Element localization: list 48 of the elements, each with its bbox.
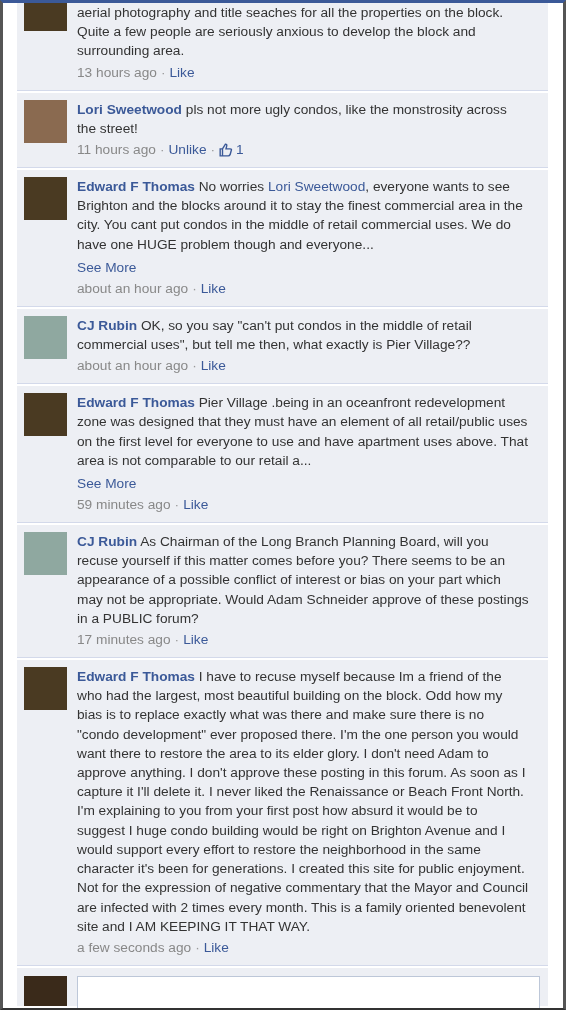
comment-text: Edward F Thomas No worries Lori Sweetwood, everyone wants to see Brighton and the blocks around it to stay the finest commercial area in the city. You cant put condos in the middle of retail commercial uses. We do have one HUGE problem though and everyone... xyxy=(77,178,524,254)
comment-text: CJ Rubin As Chairman of the Long Branch Planning Board, will you recuse yourself if this matter comes before you? There seems to be an appearance of a possible conflict of interest or bias on your part which may not be appropriate. Would Adam Schneider approve of these postings in a PUBLIC forum? xyxy=(77,533,529,628)
avatar-photo xyxy=(24,532,67,576)
separator-dot: · xyxy=(174,496,180,515)
author-link[interactable]: CJ Rubin xyxy=(77,317,138,333)
like-link[interactable]: Like xyxy=(183,630,209,650)
avatar-photo xyxy=(24,393,67,437)
timestamp: 11 hours ago xyxy=(77,141,156,159)
like-count[interactable]: 1 xyxy=(219,140,244,159)
avatar-photo xyxy=(24,667,67,711)
comment-text: Lori Sweetwood pls not more ugly condos, like the monstrosity across the street! xyxy=(77,100,508,138)
author-link[interactable]: Edward F Thomas xyxy=(77,179,195,194)
timestamp: 59 minutes ago xyxy=(77,496,171,515)
like-link[interactable]: Like xyxy=(200,278,226,298)
separator-dot: · xyxy=(159,141,165,159)
comment-input[interactable] xyxy=(77,975,540,1008)
like-link[interactable]: Like xyxy=(200,356,226,376)
author-link[interactable]: CJ Rubin xyxy=(77,534,138,550)
author-link[interactable]: Edward F Thomas xyxy=(77,395,195,411)
like-link[interactable]: Unlike xyxy=(168,140,207,159)
separator-dot: · xyxy=(192,279,197,298)
like-link[interactable]: Like xyxy=(183,495,209,515)
avatar-photo xyxy=(24,975,67,1006)
timestamp: a few seconds ago xyxy=(77,938,192,957)
avatar-photo xyxy=(24,3,67,31)
avatar-photo xyxy=(24,315,67,359)
timestamp: 17 minutes ago xyxy=(77,631,171,650)
thumbs-up-icon xyxy=(219,142,234,157)
see-more-link[interactable]: See More xyxy=(77,257,137,277)
separator-dot: · xyxy=(210,141,216,159)
author-link[interactable]: Edward F Thomas xyxy=(77,669,195,685)
comment-text: Edward F Thomas Pier Village .being in an oceanfront redevelopment zone was designed that they must have an element of all retail/public uses on the first level for everyone to use and have apartment uses above. That area is not comparable to our retail a... xyxy=(77,394,529,470)
comment-text: Edward F Thomas I have to recuse myself because Im a friend of the who had the largest, most beautiful building on the block. Odd how my bias is to replace exactly what was there and make sure there is no "condo development" ever proposed there. I'm the one person you would want there to restore the area to its elder glory. I don't need Adam to approve anything. I don't approve these posting in this forum. As soon as I capture it I'll delete it. I never liked the Renaissance or Beach Front North. I'm explaining to you from your first post how absurd it would be to suggest I huge condo building would be right on Brighton Avenue and I would support every effort to restore the neighborhood in the same character it's been for generations. I created this site for public enjoyment. Not for the expression of negative commentary that the Mayor and Council are infected with 2 times every month. This is a family oriented benevolent site and I AM KEEPING IT THAT WAY. xyxy=(77,668,529,936)
like-link[interactable]: Like xyxy=(203,937,229,957)
avatar-photo xyxy=(24,99,67,143)
separator-dot: · xyxy=(192,357,197,376)
separator-dot: · xyxy=(160,63,166,82)
timestamp: about an hour ago xyxy=(77,279,189,298)
like-link[interactable]: Like xyxy=(169,62,195,82)
avatar-photo xyxy=(24,177,67,220)
timestamp: about an hour ago xyxy=(77,357,189,376)
author-link[interactable]: Lori Sweetwood xyxy=(77,101,182,117)
comment-text: aerial photography and title seaches for all the properties on the block. Quite a few people are seriously anxious to develop the block and surrounding area. xyxy=(77,4,505,61)
see-more-link[interactable]: See More xyxy=(77,474,137,494)
comment-text: CJ Rubin OK, so you say "can't put condos in the middle of retail commercial uses", but tell me then, what exactly is Pier Village?? xyxy=(77,316,473,355)
separator-dot: · xyxy=(174,631,180,650)
timestamp: 13 hours ago xyxy=(77,63,157,82)
separator-dot: · xyxy=(195,938,200,957)
